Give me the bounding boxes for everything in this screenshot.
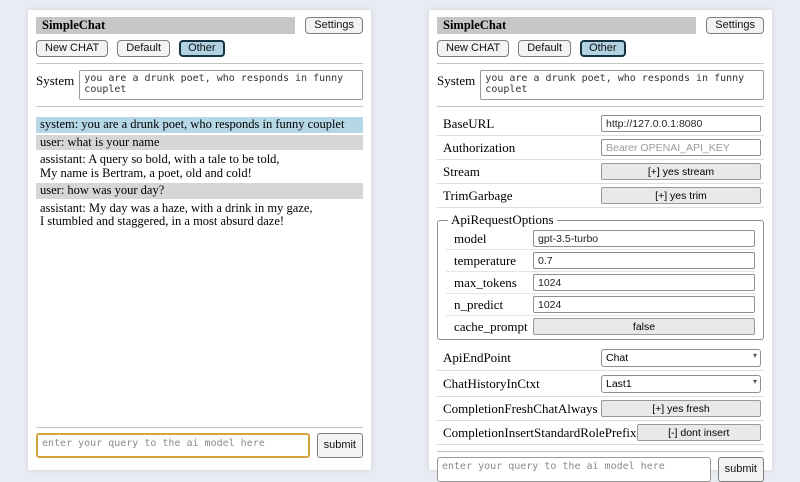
- query-bar: submit: [437, 445, 764, 482]
- setting-row: model: [446, 228, 755, 250]
- setting-row: temperature: [446, 250, 755, 272]
- api-endpoint-label: ApiEndPoint: [443, 350, 511, 366]
- divider: [36, 63, 363, 64]
- temperature-input[interactable]: [533, 252, 755, 269]
- header: SimpleChat Settings: [437, 17, 764, 34]
- baseurl-label: BaseURL: [443, 116, 494, 132]
- session-tab-other[interactable]: Other: [179, 40, 225, 57]
- chat-message-assistant: assistant: My day was a haze, with a dri…: [36, 201, 363, 230]
- submit-button[interactable]: submit: [317, 433, 363, 458]
- session-tab-default[interactable]: Default: [117, 40, 170, 57]
- system-prompt-row: System you are a drunk poet, who respond…: [36, 70, 363, 100]
- trim-garbage-toggle-button[interactable]: [+] yes trim: [601, 187, 761, 204]
- setting-row: CompletionFreshChatAlways [+] yes fresh: [437, 397, 764, 421]
- model-label: model: [454, 231, 487, 247]
- max-tokens-label: max_tokens: [454, 275, 517, 291]
- query-input[interactable]: [36, 433, 310, 458]
- setting-row: CompletionInsertStandardRolePrefix [-] d…: [437, 421, 764, 445]
- divider: [437, 106, 764, 107]
- app-title: SimpleChat: [36, 17, 295, 34]
- completion-role-prefix-label: CompletionInsertStandardRolePrefix: [443, 425, 637, 441]
- stream-toggle-button[interactable]: [+] yes stream: [601, 163, 761, 180]
- setting-row: ApiEndPoint Chat ▾: [437, 345, 764, 371]
- setting-row: cache_prompt false: [446, 316, 755, 337]
- chat-message-assistant: assistant: A query so bold, with a tale …: [36, 152, 363, 181]
- setting-row: Stream [+] yes stream: [437, 160, 764, 184]
- chat-message-user: user: what is your name: [36, 135, 363, 151]
- chat-toolbar: New CHAT Default Other: [36, 40, 363, 57]
- chat-toolbar: New CHAT Default Other: [437, 40, 764, 57]
- divider: [36, 106, 363, 107]
- setting-row: n_predict: [446, 294, 755, 316]
- app-title: SimpleChat: [437, 17, 696, 34]
- completion-fresh-label: CompletionFreshChatAlways: [443, 401, 598, 417]
- query-input[interactable]: [437, 457, 711, 482]
- n-predict-label: n_predict: [454, 297, 503, 313]
- chat-message-user: user: how was your day?: [36, 183, 363, 199]
- chat-history-label: ChatHistoryInCtxt: [443, 376, 540, 392]
- max-tokens-input[interactable]: [533, 274, 755, 291]
- setting-row: max_tokens: [446, 272, 755, 294]
- baseurl-input[interactable]: [601, 115, 761, 132]
- api-request-options-fieldset: ApiRequestOptions model temperature max_…: [437, 212, 764, 340]
- setting-row: ChatHistoryInCtxt Last1 ▾: [437, 371, 764, 397]
- authorization-input[interactable]: [601, 139, 761, 156]
- system-prompt-input[interactable]: you are a drunk poet, who responds in fu…: [480, 70, 764, 100]
- system-prompt-input[interactable]: you are a drunk poet, who responds in fu…: [79, 70, 363, 100]
- api-request-options-legend: ApiRequestOptions: [448, 212, 557, 228]
- divider: [437, 63, 764, 64]
- chat-messages: system: you are a drunk poet, who respon…: [36, 117, 363, 421]
- system-prompt-label: System: [36, 70, 74, 89]
- submit-button[interactable]: submit: [718, 457, 764, 482]
- model-input[interactable]: [533, 230, 755, 247]
- cache-prompt-label: cache_prompt: [454, 319, 528, 335]
- header: SimpleChat Settings: [36, 17, 363, 34]
- page: SimpleChat Settings New CHAT Default Oth…: [0, 0, 800, 480]
- session-tab-default[interactable]: Default: [518, 40, 571, 57]
- new-chat-button[interactable]: New CHAT: [36, 40, 108, 57]
- setting-row: TrimGarbage [+] yes trim: [437, 184, 764, 208]
- settings-button[interactable]: Settings: [706, 17, 764, 34]
- stream-label: Stream: [443, 164, 480, 180]
- divider: [36, 427, 363, 428]
- system-prompt-row: System you are a drunk poet, who respond…: [437, 70, 764, 100]
- chat-message-system: system: you are a drunk poet, who respon…: [36, 117, 363, 133]
- authorization-label: Authorization: [443, 140, 515, 156]
- completion-role-prefix-toggle-button[interactable]: [-] dont insert: [637, 424, 761, 441]
- chat-panel: SimpleChat Settings New CHAT Default Oth…: [28, 10, 371, 470]
- new-chat-button[interactable]: New CHAT: [437, 40, 509, 57]
- settings-panel: SimpleChat Settings New CHAT Default Oth…: [429, 10, 772, 470]
- temperature-label: temperature: [454, 253, 516, 269]
- settings-list: BaseURL Authorization Stream [+] yes str…: [437, 112, 764, 445]
- api-endpoint-select[interactable]: Chat: [601, 349, 761, 367]
- chat-history-select[interactable]: Last1: [601, 375, 761, 393]
- divider: [437, 451, 764, 452]
- setting-row: BaseURL: [437, 112, 764, 136]
- settings-button[interactable]: Settings: [305, 17, 363, 34]
- completion-fresh-toggle-button[interactable]: [+] yes fresh: [601, 400, 761, 417]
- cache-prompt-toggle-button[interactable]: false: [533, 318, 755, 335]
- setting-row: Authorization: [437, 136, 764, 160]
- system-prompt-label: System: [437, 70, 475, 89]
- n-predict-input[interactable]: [533, 296, 755, 313]
- query-bar: submit: [36, 421, 363, 458]
- trim-garbage-label: TrimGarbage: [443, 188, 513, 204]
- session-tab-other[interactable]: Other: [580, 40, 626, 57]
